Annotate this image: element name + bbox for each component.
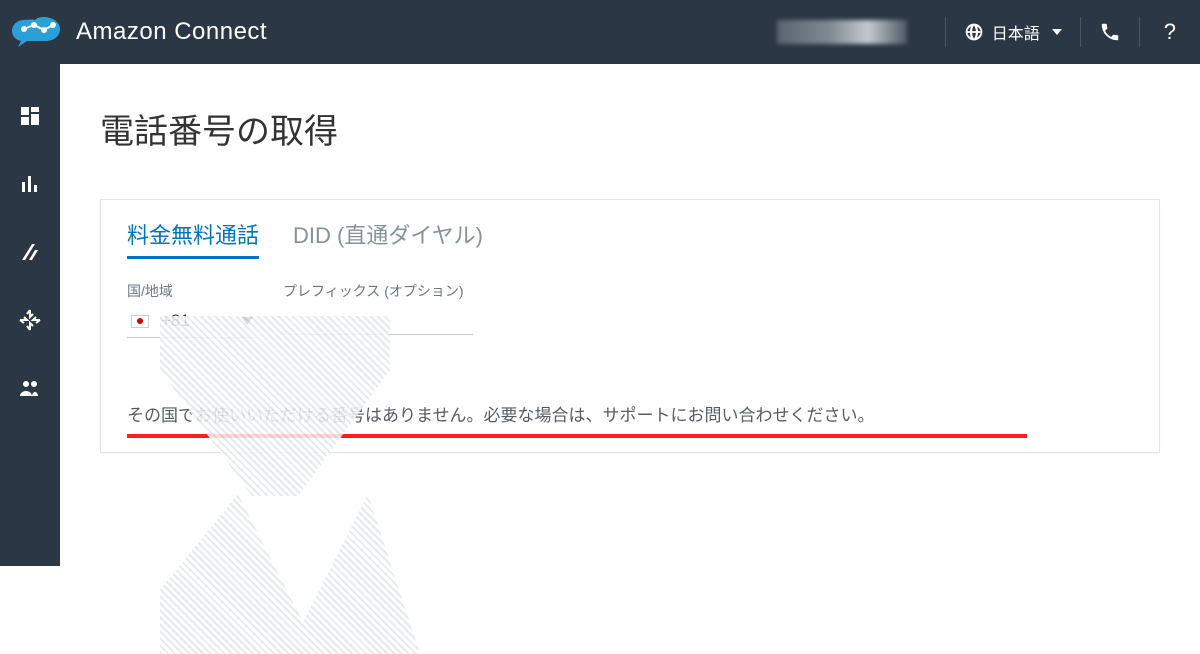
brand-title: Amazon Connect — [76, 18, 267, 46]
country-label: 国/地域 — [127, 281, 257, 301]
language-label: 日本語 — [992, 20, 1040, 44]
routing-icon[interactable] — [18, 240, 42, 264]
flag-jp-icon — [131, 315, 149, 328]
header-divider — [945, 17, 946, 47]
help-icon[interactable]: ? — [1158, 19, 1182, 45]
number-type-tabs: 料金無料通話 DID (直通ダイヤル) — [101, 200, 1159, 269]
caret-down-icon — [1052, 29, 1062, 35]
tab-toll-free[interactable]: 料金無料通話 — [127, 218, 259, 259]
page-title: 電話番号の取得 — [100, 104, 1160, 153]
integrations-icon[interactable] — [18, 308, 42, 332]
globe-icon — [964, 22, 984, 42]
app-header: Amazon Connect 日本語 ? — [0, 0, 1200, 64]
metrics-icon[interactable] — [18, 172, 42, 196]
user-identity-redacted — [777, 20, 907, 44]
brand[interactable]: Amazon Connect — [10, 12, 267, 52]
header-divider — [1080, 17, 1081, 47]
screenshot-artifact — [160, 494, 420, 654]
language-picker[interactable]: 日本語 — [964, 20, 1062, 44]
tab-did[interactable]: DID (直通ダイヤル) — [293, 218, 483, 259]
header-divider — [1139, 17, 1140, 47]
dashboard-icon[interactable] — [18, 104, 42, 128]
main-content: 電話番号の取得 料金無料通話 DID (直通ダイヤル) 国/地域 +81 プレフ… — [60, 64, 1200, 566]
sidebar-nav — [0, 64, 60, 566]
prefix-label: プレフィックス (オプション) — [283, 281, 473, 301]
phone-icon[interactable] — [1099, 21, 1121, 43]
screenshot-artifact — [160, 316, 390, 496]
amazon-connect-logo-icon — [10, 12, 62, 52]
users-icon[interactable] — [18, 376, 42, 400]
header-right-section: 日本語 ? — [777, 17, 1182, 47]
